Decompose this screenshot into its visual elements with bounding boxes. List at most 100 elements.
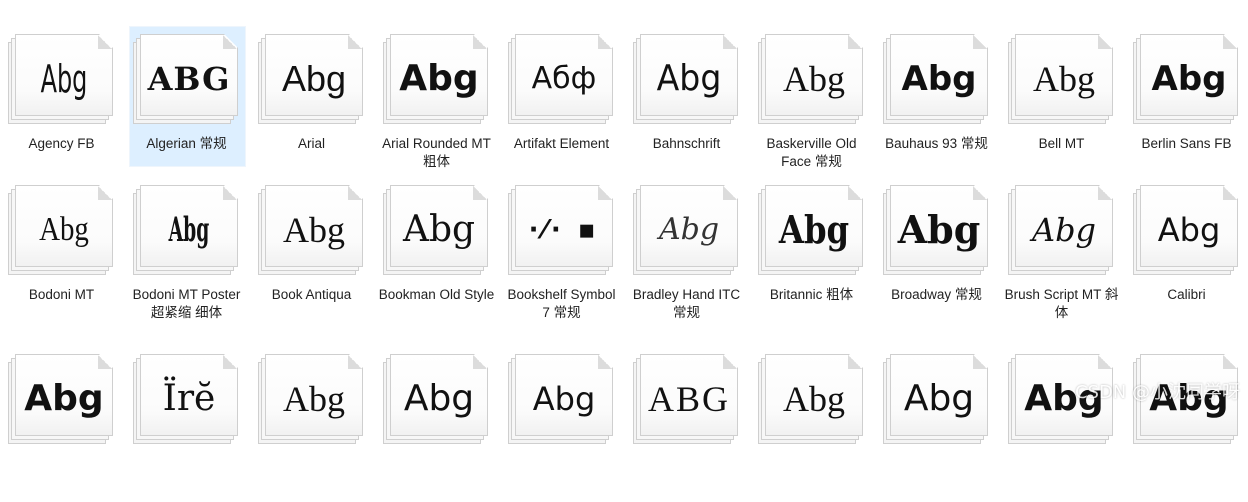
font-tile[interactable]: Abg [1002,352,1121,502]
page-sheet: Abg [640,34,738,116]
font-tile[interactable]: Abg [252,352,371,502]
page-sheet: Abg [765,354,863,436]
font-sample-text: Abg [783,379,845,419]
page-fold [1223,355,1237,369]
font-tile[interactable]: Abg Agency FB [2,32,121,182]
font-tile[interactable]: Abg [377,352,496,502]
page-fold [98,355,112,369]
font-tile[interactable]: ·⁄· ▪ Bookshelf Symbol 7 常规 [502,183,621,333]
font-tile[interactable]: Abg [752,352,871,502]
font-tile[interactable]: Ïrĕ [127,352,246,502]
page-fold [348,35,362,49]
font-name-label: Britannic 粗体 [769,287,854,302]
page-sheet: Abg [890,185,988,267]
page-sheet: Abg [140,185,238,267]
font-tile[interactable]: Abg [1127,352,1246,502]
font-sample-text: Abg [1031,211,1097,249]
page-sheet: Abg [1140,34,1238,116]
page-fold [973,355,987,369]
font-tile[interactable]: Abg [2,352,121,502]
page-fold [848,35,862,49]
font-tile[interactable]: Abg Berlin Sans FB [1127,32,1246,182]
page-sheet: Abg [765,34,863,116]
font-sample-text: Abg [897,207,981,252]
page-sheet: Абф [515,34,613,116]
font-sample-text: Abg [283,210,345,250]
font-name-label: Bahnschrift [652,136,721,151]
page-fold [973,186,987,200]
page-sheet: Abg [1015,34,1113,116]
font-tile[interactable]: Abg Bauhaus 93 常规 [877,32,996,182]
font-sample-text: Abg [39,211,89,248]
font-tile[interactable]: Abg Bell MT [1002,32,1121,182]
font-tile[interactable]: Abg Bahnschrift [627,32,746,182]
font-tile[interactable]: Абф Artifakt Element [502,32,621,182]
font-file-icon: Abg [1008,32,1116,128]
font-name-label: Bell MT [1038,136,1085,151]
font-file-icon: Abg [508,352,616,448]
font-sample-text: Abg [283,379,345,419]
font-name-label: Arial [297,136,325,151]
font-name-label: Arial Rounded MT 粗体 [382,136,491,169]
font-file-icon: Ïrĕ [133,352,241,448]
page-sheet: Abg [765,185,863,267]
page-fold [848,355,862,369]
font-tile[interactable]: Abg Calibri [1127,183,1246,333]
font-sample-text: Abg [24,378,104,419]
font-name-label: Calibri [1167,287,1206,302]
page-sheet: Abg [890,354,988,436]
page-sheet: Abg [1140,185,1238,267]
page-sheet: Abg [390,185,488,267]
font-sample-text: Abg [656,58,722,99]
page-fold [1223,186,1237,200]
page-sheet: Abg [640,185,738,267]
font-sample-text: Abg [1033,59,1095,99]
font-tile[interactable]: ABG [627,352,746,502]
font-file-icon: Abg [383,183,491,279]
page-fold [723,355,737,369]
font-file-icon: Abg [258,352,366,448]
font-tile[interactable]: ABG Algerian 常规 [127,26,246,182]
font-file-icon: Abg [1008,183,1116,279]
page-sheet: Abg [515,354,613,436]
font-file-icon: Abg [633,183,741,279]
page-fold [223,186,237,200]
font-tile[interactable]: Abg Arial [252,32,371,182]
font-tile[interactable]: Abg [877,352,996,502]
font-file-icon: Abg [883,32,991,128]
font-name-label: Brush Script MT 斜体 [1004,287,1119,320]
font-sample-text: Abg [658,212,720,247]
watermark: CSDN @小沈同学呀 [1074,382,1240,403]
font-grid: Abg Agency FB ABG Algerian 常规 Abg Arial Abg Ari… [0,0,1248,411]
font-name-label: Book Antiqua [271,287,352,302]
font-name-label: Agency FB [28,136,95,151]
page-sheet: Ïrĕ [140,354,238,436]
font-tile[interactable]: Abg [502,352,621,502]
font-name-label: Bodoni MT [28,287,95,302]
font-tile[interactable]: Abg Bradley Hand ITC 常规 [627,183,746,333]
font-tile[interactable]: Abg Bodoni MT [2,183,121,333]
font-tile[interactable]: Abg Bookman Old Style [377,183,496,333]
page-sheet: Abg [15,34,113,116]
font-tile[interactable]: Abg Book Antiqua [252,183,371,333]
font-sample-text: Abg [901,59,977,99]
page-fold [223,35,237,49]
font-tile[interactable]: Abg Britannic 粗体 [752,183,871,333]
font-tile[interactable]: Abg Broadway 常规 [877,183,996,333]
page-sheet: ABG [140,34,238,116]
page-fold [1098,186,1112,200]
font-tile[interactable]: Abg Bodoni MT Poster 超紧缩 细体 [127,183,246,333]
font-file-icon: Abg [258,32,366,128]
page-sheet: Abg [890,34,988,116]
page-fold [223,355,237,369]
font-file-icon: Abg [258,183,366,279]
font-tile[interactable]: Abg Arial Rounded MT 粗体 [377,32,496,182]
font-tile[interactable]: Abg Baskerville Old Face 常规 [752,32,871,182]
font-sample-text: Abg [1157,211,1221,249]
font-file-icon: Abg [758,183,866,279]
font-tile[interactable]: Abg Brush Script MT 斜体 [1002,183,1121,333]
page-fold [723,35,737,49]
font-name-label: Bookman Old Style [378,287,495,302]
font-file-icon: Abg [758,352,866,448]
font-name-label: Bradley Hand ITC 常规 [632,287,741,320]
